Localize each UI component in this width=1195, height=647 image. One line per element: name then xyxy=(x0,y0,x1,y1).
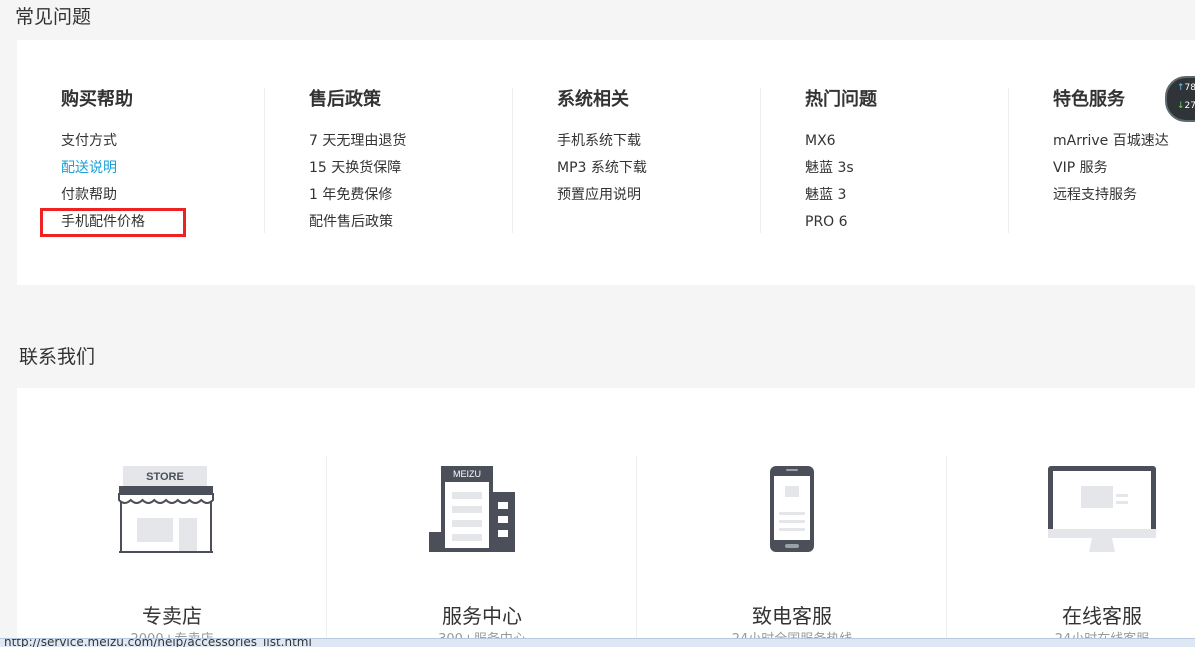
faq-link-1year-warranty[interactable]: 1 年免费保修 xyxy=(309,182,513,209)
faq-link-vip[interactable]: VIP 服务 xyxy=(1053,155,1195,182)
building-sign-text: MEIZU xyxy=(453,469,481,479)
faq-column-title: 购买帮助 xyxy=(61,89,133,110)
faq-link-meilan-3[interactable]: 魅蓝 3 xyxy=(805,182,1009,209)
faq-link-phone-system-download[interactable]: 手机系统下载 xyxy=(557,128,761,155)
monitor-icon xyxy=(1048,466,1156,552)
download-speed: ↓27 xyxy=(1177,101,1195,111)
phone-icon xyxy=(770,466,814,552)
faq-link-payment-help[interactable]: 付款帮助 xyxy=(61,182,265,209)
faq-link-delivery[interactable]: 配送说明 xyxy=(61,155,265,182)
faq-column-hot: 热门问题 MX6 魅蓝 3s 魅蓝 3 PRO 6 xyxy=(761,88,1009,233)
browser-status-bar: http://service.meizu.com/help/accessorie… xyxy=(0,638,1195,647)
contact-card-store[interactable]: STORE 专卖店 2000+专卖店 xyxy=(17,456,327,647)
faq-column-after-sales: 售后政策 7 天无理由退货 15 天换货保障 1 年免费保修 配件售后政策 xyxy=(265,88,513,233)
network-speed-widget[interactable]: ↑78 ↓27 xyxy=(1165,76,1195,122)
contact-card-title: 在线客服 xyxy=(1062,604,1142,628)
building-icon: MEIZU xyxy=(429,466,515,552)
arrow-down-icon: ↓ xyxy=(1177,101,1185,111)
faq-column-purchase: 购买帮助 支付方式 配送说明 付款帮助 手机配件价格 xyxy=(17,88,265,233)
faq-link-accessory-policy[interactable]: 配件售后政策 xyxy=(309,209,513,236)
faq-link-meilan-3s[interactable]: 魅蓝 3s xyxy=(805,155,1009,182)
download-speed-value: 27 xyxy=(1184,101,1195,111)
faq-link-accessory-price[interactable]: 手机配件价格 xyxy=(61,209,265,236)
faq-panel: 购买帮助 支付方式 配送说明 付款帮助 手机配件价格 售后政策 7 天无理由退货… xyxy=(17,40,1195,285)
store-sign-text: STORE xyxy=(146,471,184,483)
faq-link-preinstalled-apps[interactable]: 预置应用说明 xyxy=(557,182,761,209)
upload-speed-value: 78 xyxy=(1184,83,1195,93)
page: 常见问题 购买帮助 支付方式 配送说明 付款帮助 手机配件价格 售后政策 7 天… xyxy=(0,0,1195,647)
contact-card-title: 服务中心 xyxy=(442,604,522,628)
faq-column-system: 系统相关 手机系统下载 MP3 系统下载 预置应用说明 xyxy=(513,88,761,233)
faq-column-title: 系统相关 xyxy=(557,89,629,110)
faq-link-mp3-system-download[interactable]: MP3 系统下载 xyxy=(557,155,761,182)
faq-link-marrive[interactable]: mArrive 百城速达 xyxy=(1053,128,1195,155)
status-bar-url: http://service.meizu.com/help/accessorie… xyxy=(4,638,312,647)
contact-card-title: 致电客服 xyxy=(752,604,832,628)
faq-column-title: 售后政策 xyxy=(309,89,381,110)
faq-link-15day-exchange[interactable]: 15 天换货保障 xyxy=(309,155,513,182)
contact-card-title: 专卖店 xyxy=(142,604,202,628)
faq-link-payment-method[interactable]: 支付方式 xyxy=(61,128,265,155)
faq-link-mx6[interactable]: MX6 xyxy=(805,128,1009,155)
arrow-up-icon: ↑ xyxy=(1177,83,1185,93)
contact-card-service-center[interactable]: MEIZU 服务中心 300+服务中心 xyxy=(327,456,637,647)
faq-column-title: 热门问题 xyxy=(805,89,877,110)
upload-speed: ↑78 xyxy=(1177,83,1195,93)
faq-heading: 常见问题 xyxy=(15,6,92,28)
faq-link-7day-return[interactable]: 7 天无理由退货 xyxy=(309,128,513,155)
contact-panel: STORE 专卖店 2000+专卖店 MEIZU xyxy=(17,388,1195,647)
contact-card-phone-support[interactable]: 致电客服 24小时全国服务热线 xyxy=(637,456,947,647)
faq-link-pro6[interactable]: PRO 6 xyxy=(805,209,1009,236)
contact-card-online-support[interactable]: 在线客服 24小时在线客服 xyxy=(947,456,1195,647)
store-icon: STORE xyxy=(118,466,214,553)
contact-heading: 联系我们 xyxy=(19,346,96,368)
faq-link-remote-support[interactable]: 远程支持服务 xyxy=(1053,182,1195,209)
